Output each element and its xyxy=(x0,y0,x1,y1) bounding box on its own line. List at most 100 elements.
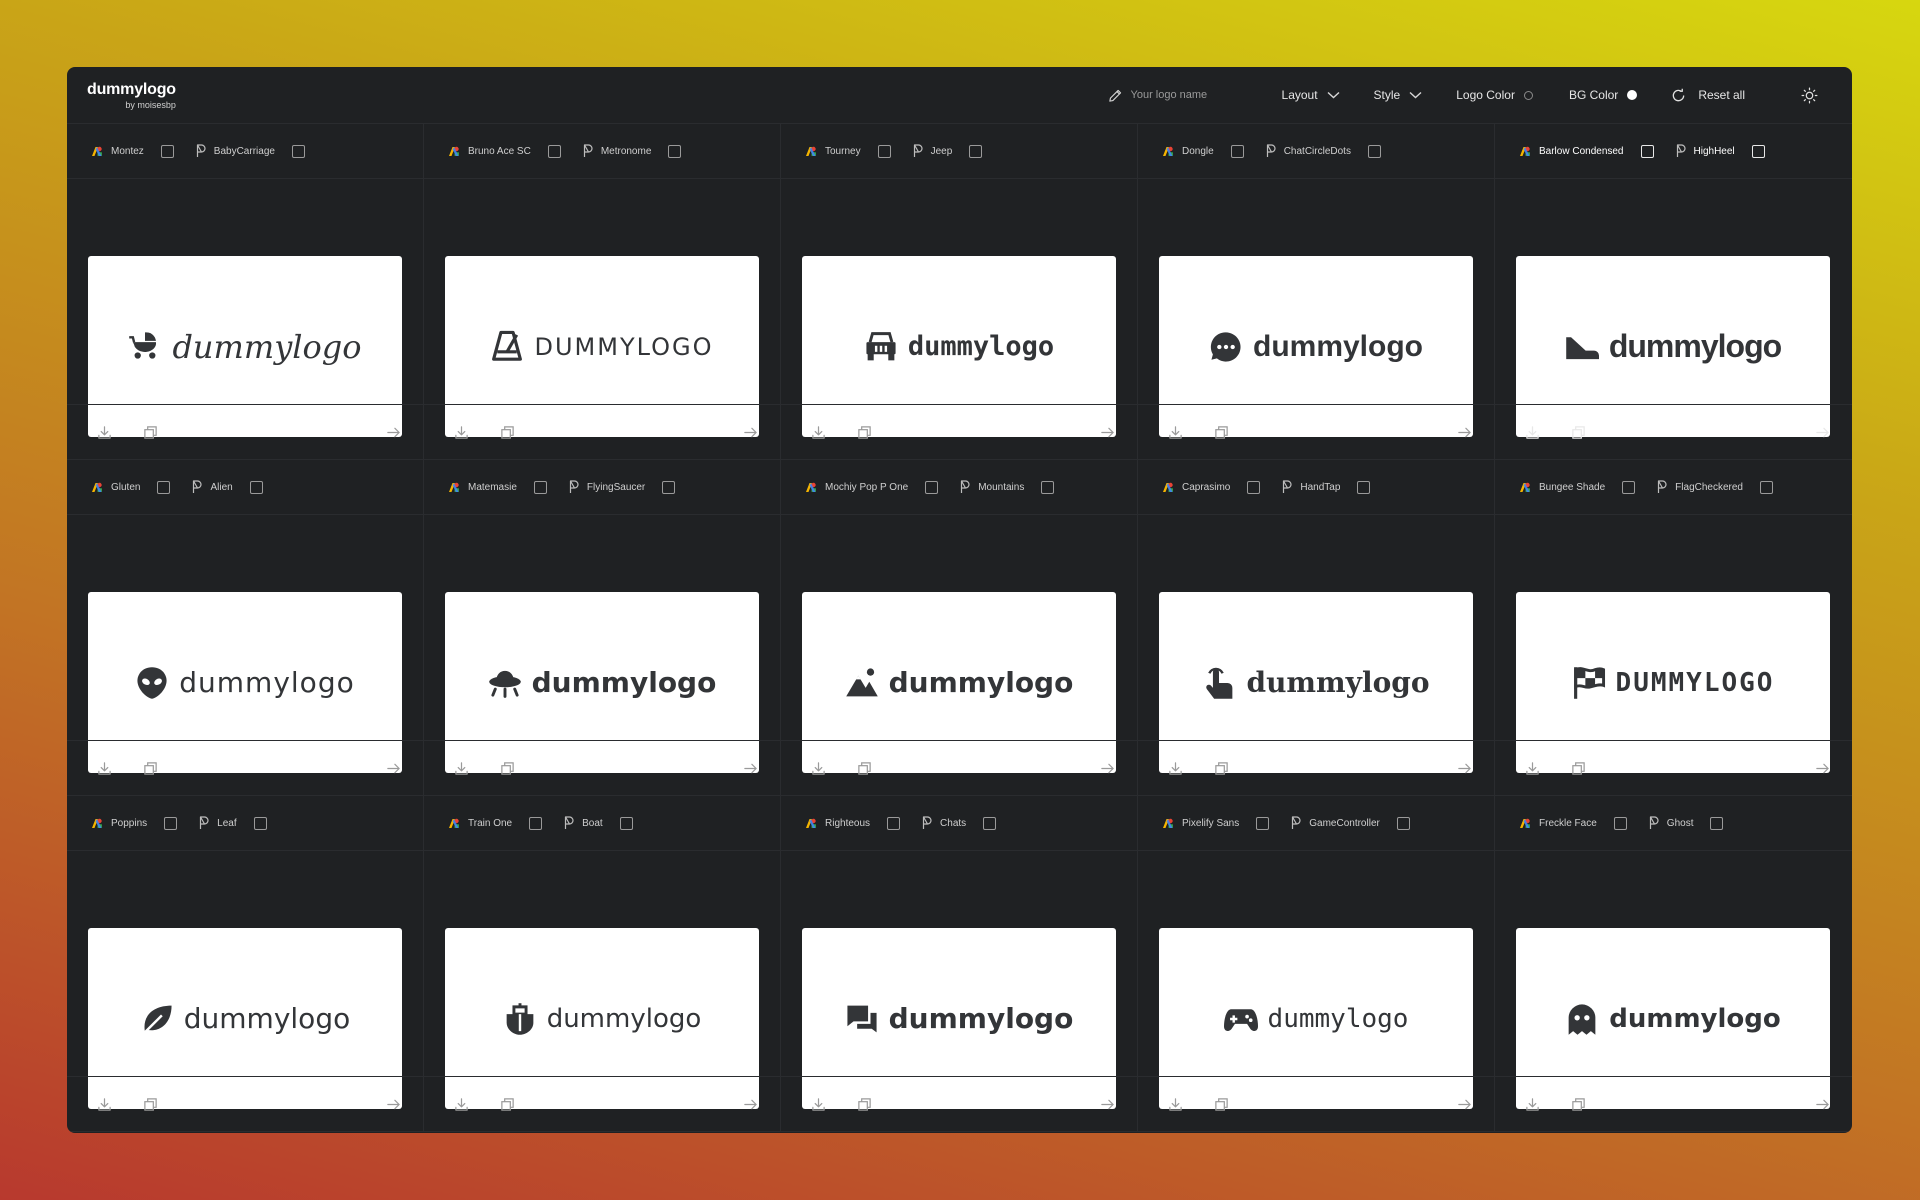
lock-font-checkbox[interactable] xyxy=(877,144,891,158)
download-button[interactable] xyxy=(1525,1097,1540,1112)
download-button[interactable] xyxy=(454,425,469,440)
reset-all-button[interactable]: Reset all xyxy=(1671,88,1745,103)
copy-button[interactable] xyxy=(143,761,158,776)
lock-font-checkbox[interactable] xyxy=(164,816,178,830)
lock-font-checkbox[interactable] xyxy=(1622,480,1636,494)
download-button[interactable] xyxy=(1525,425,1540,440)
lock-font-checkbox[interactable] xyxy=(925,480,939,494)
copy-button[interactable] xyxy=(1214,1097,1229,1112)
leaf-icon xyxy=(141,1005,172,1036)
logo-wordmark: dummylogo xyxy=(546,1003,702,1034)
download-button[interactable] xyxy=(811,761,826,776)
logo-name-input[interactable] xyxy=(1130,89,1251,101)
download-button[interactable] xyxy=(811,1097,826,1112)
copy-button[interactable] xyxy=(1214,761,1229,776)
lock-font-checkbox[interactable] xyxy=(1247,480,1261,494)
lock-icon-checkbox[interactable] xyxy=(291,144,305,158)
copy-button[interactable] xyxy=(500,761,515,776)
open-logo-button[interactable] xyxy=(1815,761,1830,776)
logo-color-picker[interactable]: Logo Color xyxy=(1456,88,1533,102)
logo-wordmark: dummylogo xyxy=(172,327,362,366)
google-fonts-icon xyxy=(1520,482,1530,492)
download-button[interactable] xyxy=(1168,761,1183,776)
download-button[interactable] xyxy=(97,425,112,440)
copy-button[interactable] xyxy=(143,1097,158,1112)
copy-button[interactable] xyxy=(857,425,872,440)
download-button[interactable] xyxy=(454,761,469,776)
lock-icon-checkbox[interactable] xyxy=(619,816,633,830)
lock-font-checkbox[interactable] xyxy=(887,816,901,830)
open-logo-button[interactable] xyxy=(1100,761,1115,776)
copy-button[interactable] xyxy=(500,1097,515,1112)
copy-button[interactable] xyxy=(1571,425,1586,440)
copy-button[interactable] xyxy=(1214,425,1229,440)
icon-name: Ghost xyxy=(1666,817,1694,829)
lock-icon-checkbox[interactable] xyxy=(668,144,682,158)
download-button[interactable] xyxy=(97,761,112,776)
open-logo-button[interactable] xyxy=(1457,425,1472,440)
open-logo-button[interactable] xyxy=(1457,761,1472,776)
brand[interactable]: dummylogo by moisesbp xyxy=(87,81,176,110)
lock-font-checkbox[interactable] xyxy=(1640,144,1654,158)
copy-button[interactable] xyxy=(857,761,872,776)
mountains-icon xyxy=(845,667,878,696)
bg-color-picker[interactable]: BG Color xyxy=(1569,88,1638,102)
download-button[interactable] xyxy=(97,1097,112,1112)
style-dropdown[interactable]: Style xyxy=(1374,88,1423,102)
google-fonts-icon xyxy=(806,146,816,156)
lock-font-checkbox[interactable] xyxy=(160,144,174,158)
lock-icon-checkbox[interactable] xyxy=(1751,144,1765,158)
lock-icon-checkbox[interactable] xyxy=(253,816,267,830)
font-chip: Freckle Face xyxy=(1519,816,1627,830)
google-fonts-icon xyxy=(1163,818,1173,828)
copy-button[interactable] xyxy=(857,1097,872,1112)
logo-card: Train One Boat dummylogo xyxy=(424,796,781,1132)
font-name: Bungee Shade xyxy=(1539,481,1606,493)
copy-button[interactable] xyxy=(1571,761,1586,776)
open-logo-button[interactable] xyxy=(386,1097,401,1112)
lock-icon-checkbox[interactable] xyxy=(983,816,997,830)
download-button[interactable] xyxy=(1168,425,1183,440)
open-logo-button[interactable] xyxy=(743,1097,758,1112)
open-logo-button[interactable] xyxy=(1457,1097,1472,1112)
icon-name: Jeep xyxy=(930,145,953,157)
open-logo-button[interactable] xyxy=(386,425,401,440)
open-logo-button[interactable] xyxy=(1100,425,1115,440)
download-button[interactable] xyxy=(1168,1097,1183,1112)
logo-name-field[interactable] xyxy=(1108,88,1258,103)
lock-font-checkbox[interactable] xyxy=(533,480,547,494)
download-button[interactable] xyxy=(1525,761,1540,776)
download-button[interactable] xyxy=(454,1097,469,1112)
lock-icon-checkbox[interactable] xyxy=(249,480,263,494)
lock-font-checkbox[interactable] xyxy=(529,816,543,830)
layout-dropdown[interactable]: Layout xyxy=(1282,88,1340,102)
download-button[interactable] xyxy=(811,425,826,440)
lock-icon-checkbox[interactable] xyxy=(1710,816,1724,830)
lock-icon-checkbox[interactable] xyxy=(1367,144,1381,158)
open-logo-button[interactable] xyxy=(1815,1097,1830,1112)
lock-icon-checkbox[interactable] xyxy=(662,480,676,494)
lock-font-checkbox[interactable] xyxy=(547,144,561,158)
lock-font-checkbox[interactable] xyxy=(1613,816,1627,830)
open-logo-button[interactable] xyxy=(386,761,401,776)
lock-icon-checkbox[interactable] xyxy=(1357,480,1371,494)
lock-font-checkbox[interactable] xyxy=(157,480,171,494)
lock-icon-checkbox[interactable] xyxy=(969,144,983,158)
open-logo-button[interactable] xyxy=(1815,425,1830,440)
lock-font-checkbox[interactable] xyxy=(1230,144,1244,158)
copy-button[interactable] xyxy=(1571,1097,1586,1112)
metronome-icon xyxy=(492,330,523,361)
open-logo-button[interactable] xyxy=(1100,1097,1115,1112)
jeep-icon xyxy=(866,331,896,360)
lock-icon-checkbox[interactable] xyxy=(1396,816,1410,830)
copy-button[interactable] xyxy=(500,425,515,440)
font-chip: Mochiy Pop P One xyxy=(805,480,939,494)
lock-font-checkbox[interactable] xyxy=(1256,816,1270,830)
lock-icon-checkbox[interactable] xyxy=(1041,480,1055,494)
google-fonts-icon xyxy=(449,482,459,492)
open-logo-button[interactable] xyxy=(743,761,758,776)
lock-icon-checkbox[interactable] xyxy=(1759,480,1773,494)
copy-button[interactable] xyxy=(143,425,158,440)
open-logo-button[interactable] xyxy=(743,425,758,440)
sun-icon[interactable] xyxy=(1801,87,1818,104)
